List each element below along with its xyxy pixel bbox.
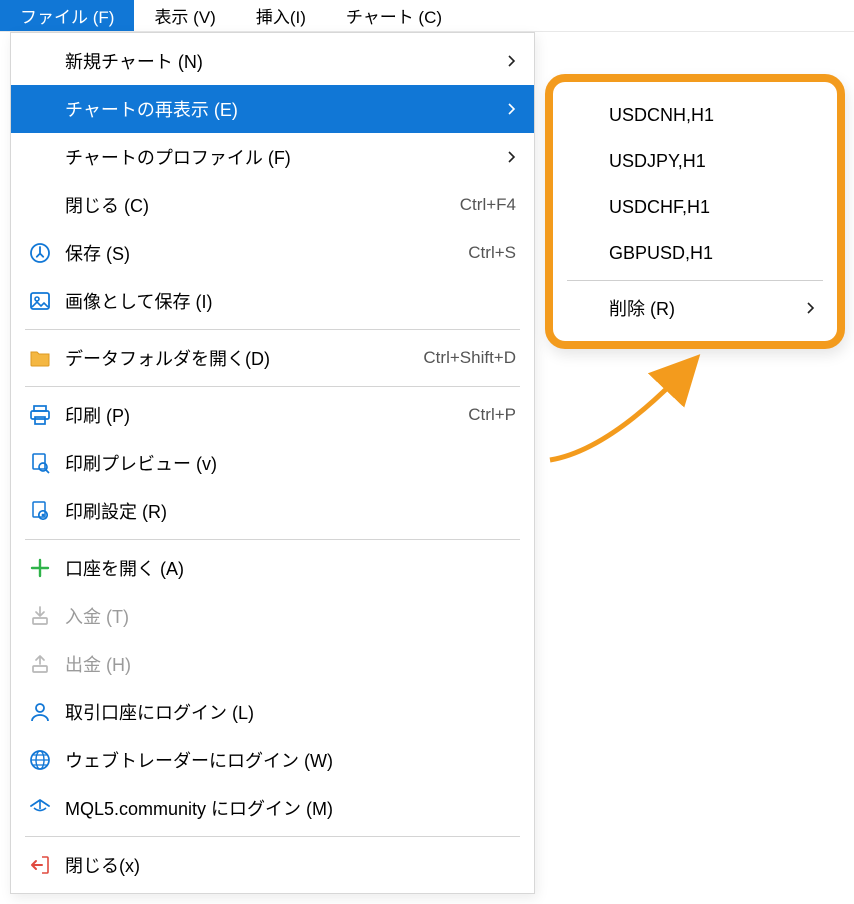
print-icon (25, 400, 55, 430)
settings-icon (25, 496, 55, 526)
menu-item-label: 印刷設定 (R) (65, 498, 516, 524)
submenu-item-label: USDCHF,H1 (609, 197, 710, 218)
file-dropdown: 新規チャート (N) チャートの再表示 (E) チャートのプロファイル (F) … (10, 32, 535, 894)
annotation-arrow-icon (540, 350, 710, 470)
menu-item-label: 新規チャート (N) (65, 48, 498, 74)
menu-item-shortcut: Ctrl+S (452, 243, 516, 263)
save-icon (25, 238, 55, 268)
chevron-right-icon (498, 103, 516, 115)
menu-item-label: 印刷 (P) (65, 402, 452, 428)
menu-item-exit[interactable]: 閉じる(x) (11, 841, 534, 889)
menu-item-save-image[interactable]: 画像として保存 (I) (11, 277, 534, 325)
menu-item-open-account[interactable]: 口座を開く (A) (11, 544, 534, 592)
menu-separator (25, 539, 520, 540)
menu-separator (25, 386, 520, 387)
submenu-redisplay-chart: USDCNH,H1 USDJPY,H1 USDCHF,H1 GBPUSD,H1 … (545, 74, 845, 349)
menu-item-label: チャートのプロファイル (F) (65, 144, 498, 170)
submenu-item[interactable]: USDCNH,H1 (553, 92, 837, 138)
menubar-item-label: 表示 (V) (154, 3, 215, 28)
menu-item-print-preview[interactable]: 印刷プレビュー (v) (11, 439, 534, 487)
menubar-item-label: 挿入(I) (256, 3, 306, 28)
deposit-icon (25, 601, 55, 631)
menu-item-chart-profile[interactable]: チャートのプロファイル (F) (11, 133, 534, 181)
menu-item-shortcut: Ctrl+Shift+D (407, 348, 516, 368)
submenu-item[interactable]: USDCHF,H1 (553, 184, 837, 230)
menu-item-shortcut: Ctrl+P (452, 405, 516, 425)
submenu-item-label: USDJPY,H1 (609, 151, 706, 172)
menu-item-shortcut: Ctrl+F4 (444, 195, 516, 215)
menu-item-login-mql5[interactable]: MQL5.community にログイン (M) (11, 784, 534, 832)
menubar-item-file[interactable]: ファイル (F) (0, 0, 134, 31)
chevron-right-icon (498, 55, 516, 67)
menubar-item-chart[interactable]: チャート (C) (326, 0, 462, 31)
menu-item-label: 印刷プレビュー (v) (65, 450, 516, 476)
menu-item-label: 保存 (S) (65, 240, 452, 266)
chevron-right-icon (807, 302, 815, 314)
menu-item-label: 画像として保存 (I) (65, 288, 516, 314)
menu-item-withdraw: 出金 (H) (11, 640, 534, 688)
menu-item-login-account[interactable]: 取引口座にログイン (L) (11, 688, 534, 736)
menu-item-label: 閉じる (C) (65, 192, 444, 218)
blank-icon (25, 94, 55, 124)
blank-icon (25, 46, 55, 76)
menubar: ファイル (F) 表示 (V) 挿入(I) チャート (C) (0, 0, 854, 32)
user-icon (25, 697, 55, 727)
submenu-item-delete[interactable]: 削除 (R) (553, 285, 837, 331)
menubar-item-insert[interactable]: 挿入(I) (236, 0, 326, 31)
menu-item-label: 口座を開く (A) (65, 555, 516, 581)
menubar-item-view[interactable]: 表示 (V) (134, 0, 235, 31)
plus-icon (25, 553, 55, 583)
withdraw-icon (25, 649, 55, 679)
submenu-item-label: 削除 (R) (609, 295, 675, 321)
submenu-separator (567, 280, 823, 281)
exit-icon (25, 850, 55, 880)
image-icon (25, 286, 55, 316)
folder-icon (25, 343, 55, 373)
blank-icon (25, 142, 55, 172)
menu-item-login-webtrader[interactable]: ウェブトレーダーにログイン (W) (11, 736, 534, 784)
chevron-right-icon (498, 151, 516, 163)
menu-separator (25, 329, 520, 330)
menubar-item-label: ファイル (F) (20, 3, 114, 28)
menu-item-redisplay-chart[interactable]: チャートの再表示 (E) (11, 85, 534, 133)
submenu-item[interactable]: GBPUSD,H1 (553, 230, 837, 276)
menu-item-print-settings[interactable]: 印刷設定 (R) (11, 487, 534, 535)
menu-item-deposit: 入金 (T) (11, 592, 534, 640)
menu-item-label: 入金 (T) (65, 603, 516, 629)
globe-icon (25, 745, 55, 775)
menu-item-print[interactable]: 印刷 (P) Ctrl+P (11, 391, 534, 439)
menu-item-open-data-folder[interactable]: データフォルダを開く(D) Ctrl+Shift+D (11, 334, 534, 382)
menubar-item-label: チャート (C) (346, 3, 442, 28)
preview-icon (25, 448, 55, 478)
submenu-item[interactable]: USDJPY,H1 (553, 138, 837, 184)
menu-item-new-chart[interactable]: 新規チャート (N) (11, 37, 534, 85)
mql-icon (25, 793, 55, 823)
blank-icon (25, 190, 55, 220)
menu-separator (25, 836, 520, 837)
menu-item-label: 取引口座にログイン (L) (65, 699, 516, 725)
menu-item-label: チャートの再表示 (E) (65, 96, 498, 122)
submenu-item-label: GBPUSD,H1 (609, 243, 713, 264)
menu-item-label: MQL5.community にログイン (M) (65, 795, 516, 821)
menu-item-save[interactable]: 保存 (S) Ctrl+S (11, 229, 534, 277)
menu-item-label: 出金 (H) (65, 651, 516, 677)
menu-item-label: ウェブトレーダーにログイン (W) (65, 747, 516, 773)
menu-item-label: 閉じる(x) (65, 852, 516, 878)
menu-item-label: データフォルダを開く(D) (65, 345, 407, 371)
submenu-item-label: USDCNH,H1 (609, 105, 714, 126)
menu-item-close[interactable]: 閉じる (C) Ctrl+F4 (11, 181, 534, 229)
